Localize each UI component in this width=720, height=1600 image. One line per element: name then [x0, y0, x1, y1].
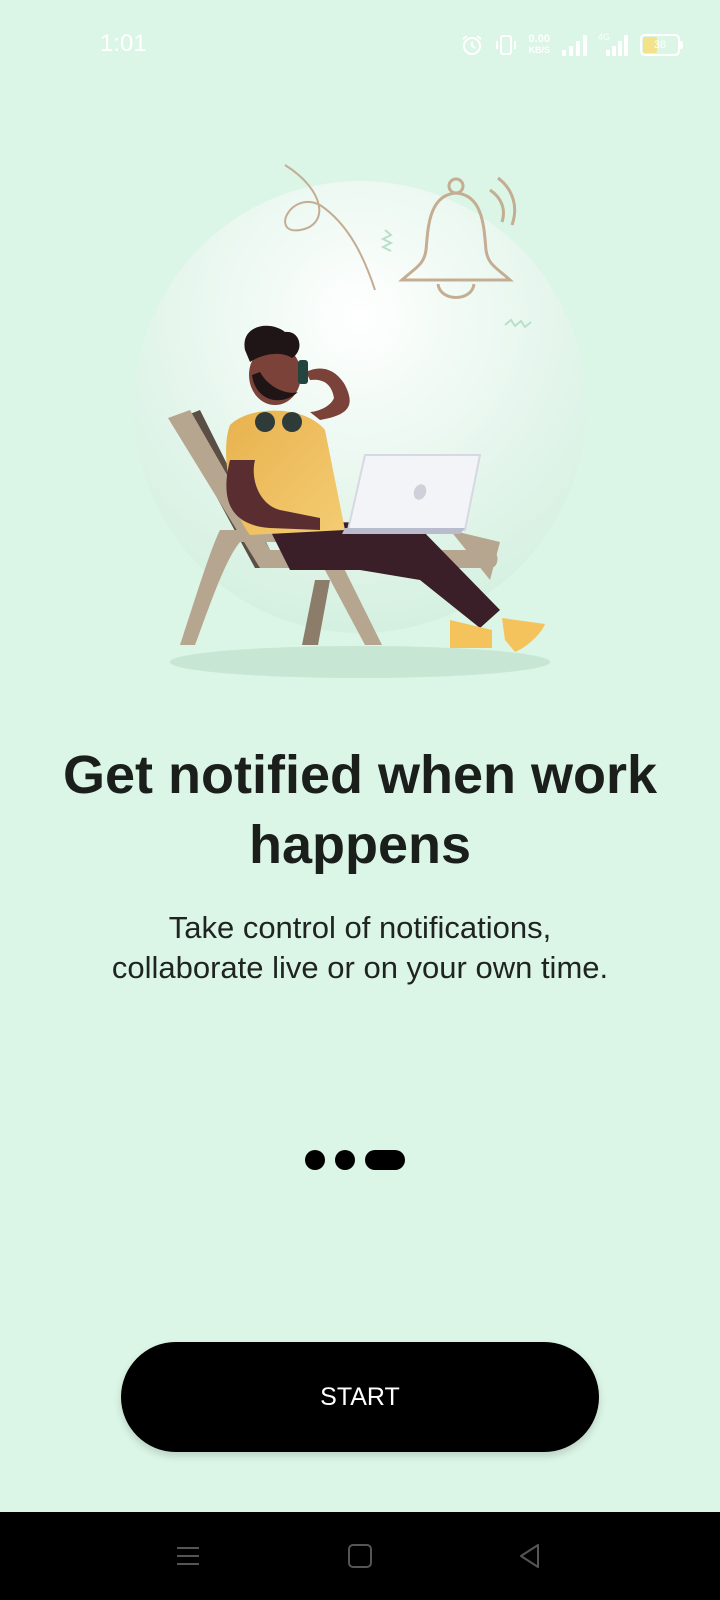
net-speed-value: 0.00	[528, 33, 550, 45]
nav-home-button[interactable]	[338, 1534, 382, 1578]
onboarding-illustration	[134, 164, 586, 678]
back-icon	[520, 1544, 539, 1568]
page-dot[interactable]	[335, 1150, 355, 1170]
status-time: 1:01	[100, 30, 147, 57]
start-button[interactable]: START	[121, 1342, 599, 1452]
net-speed-unit: KB/S	[528, 45, 550, 55]
person-shoe	[502, 618, 545, 652]
menu-icon	[177, 1547, 199, 1565]
battery-level: 38	[653, 39, 667, 51]
net-speed: 0.00 KB/S	[528, 34, 550, 56]
page-dot-active[interactable]	[365, 1150, 405, 1170]
alarm-icon	[462, 35, 483, 55]
subtitle-line: collaborate live or on your own time.	[111, 950, 609, 985]
signal-4g: 4G	[598, 32, 630, 56]
page-dot[interactable]	[305, 1150, 325, 1170]
page-title: Get notified when work happens	[60, 740, 660, 880]
home-icon	[348, 1544, 372, 1568]
floor-shadow	[170, 646, 550, 678]
laptop-base	[342, 528, 465, 534]
person-shoe	[450, 620, 492, 648]
subtitle-line: Take control of notifications,	[168, 910, 552, 945]
nav-menu-button[interactable]	[166, 1534, 210, 1578]
navigation-bar	[0, 1512, 720, 1600]
page-subtitle: Take control of notifications, collabora…	[40, 908, 680, 988]
page-indicator	[305, 1150, 405, 1170]
status-icons: 0.00 KB/S 4G 38	[460, 30, 683, 60]
phone	[298, 360, 308, 384]
vibrate-icon	[496, 35, 517, 55]
battery-icon: 38	[640, 34, 683, 56]
signal-4g-icon	[606, 35, 628, 56]
nav-back-button[interactable]	[508, 1534, 552, 1578]
signal-icon	[562, 35, 587, 56]
title-text: Get notified when work happens	[62, 745, 658, 875]
status-bar: 1:01 0.00 KB/S 4G 38	[0, 0, 720, 90]
